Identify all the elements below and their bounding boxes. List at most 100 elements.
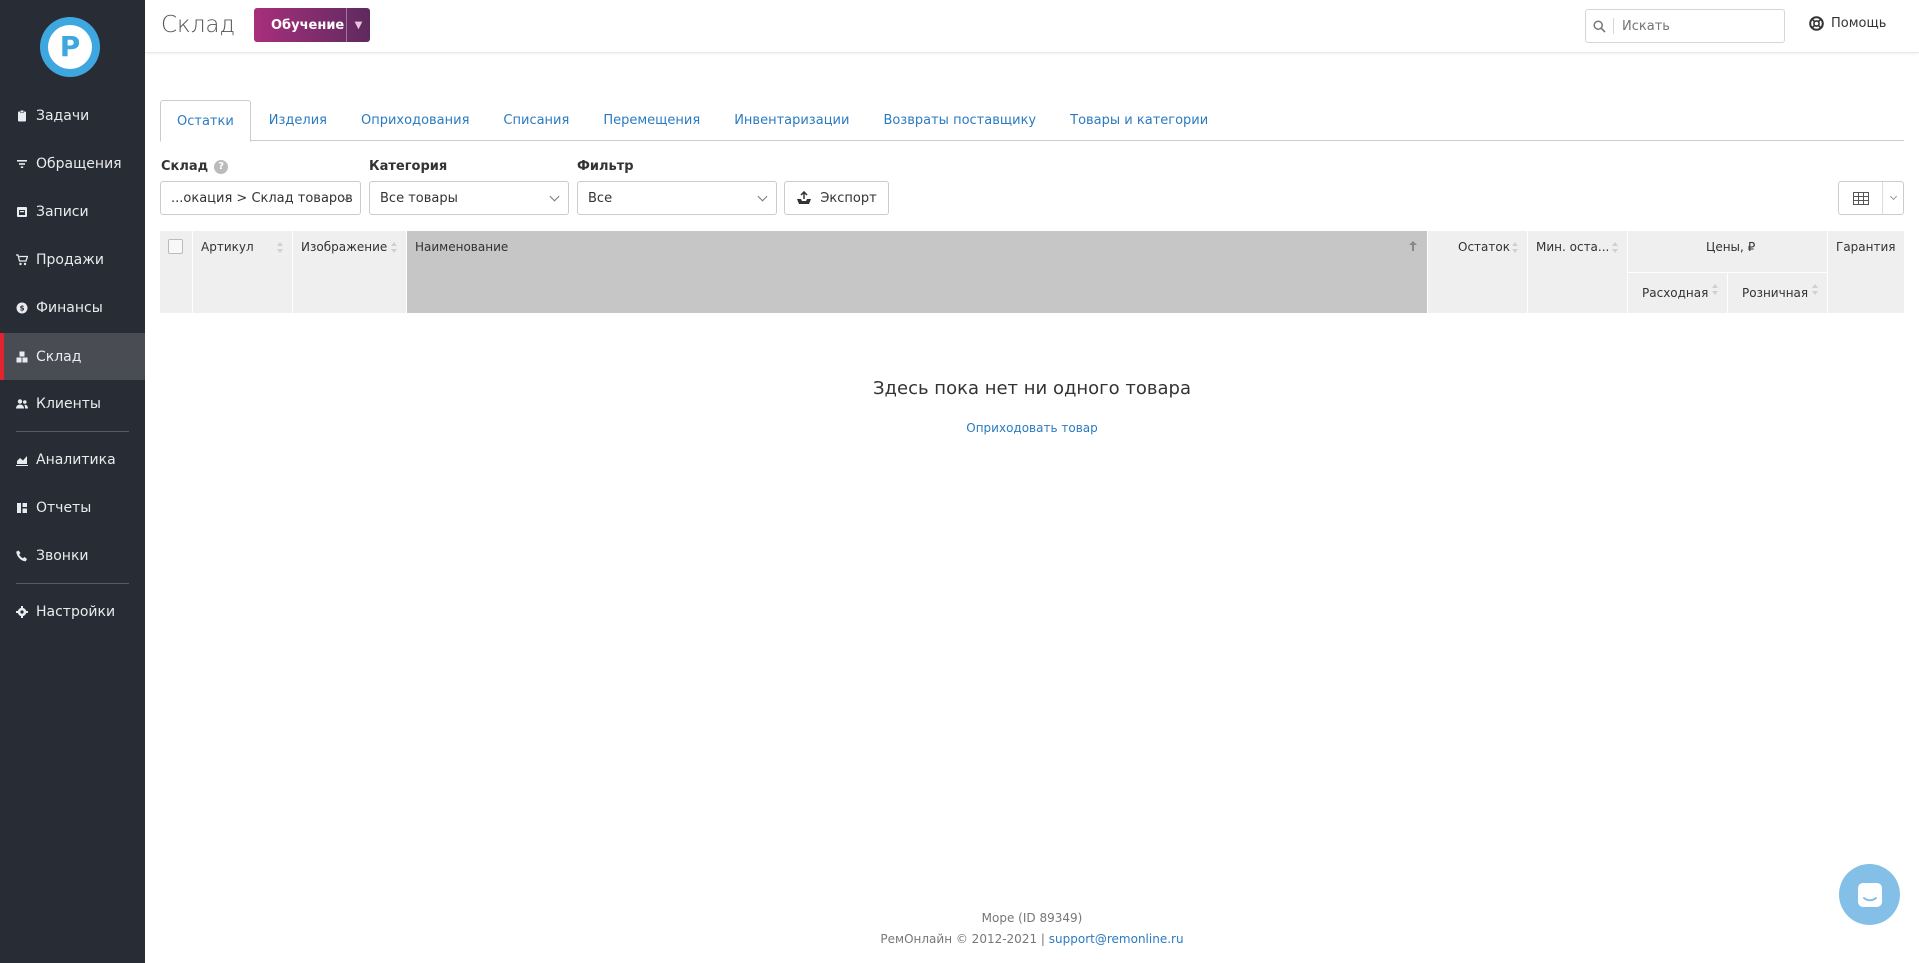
sort-asc-icon (1409, 241, 1417, 251)
tab-goods-categories[interactable]: Товары и категории (1054, 100, 1224, 141)
column-min-stock[interactable]: Мин. оста... (1528, 231, 1628, 313)
sidebar-item-settings[interactable]: Настройки (0, 588, 145, 635)
tab-stock[interactable]: Остатки (160, 100, 251, 142)
warehouse-select[interactable]: ...окация > Склад товаров (160, 181, 361, 215)
warehouse-filter-label: Склад? (161, 159, 229, 174)
table-icon (1839, 182, 1883, 214)
column-name-label: Наименование (415, 240, 509, 254)
tab-writeoffs[interactable]: Списания (487, 100, 585, 141)
export-button[interactable]: Экспорт (784, 181, 889, 215)
sidebar-item-finance[interactable]: $ Финансы (0, 284, 145, 331)
filter-icon (17, 159, 27, 168)
column-retail-label: Розничная (1742, 286, 1809, 300)
help-label: Помощь (1831, 16, 1887, 31)
search-box (1585, 9, 1785, 43)
column-prices: Цены, ₽ (1628, 231, 1828, 272)
tab-receipts[interactable]: Оприходования (345, 100, 485, 141)
tab-transfers[interactable]: Перемещения (587, 100, 716, 141)
warehouse-tabs: Остатки Изделия Оприходования Списания П… (160, 100, 1904, 142)
column-purchase-label: Расходная (1642, 286, 1709, 300)
sidebar-divider (16, 583, 129, 584)
filter-label: Фильтр (577, 159, 634, 174)
column-warranty-label: Гарантия (1836, 240, 1896, 254)
sidebar-item-label: Продажи (36, 251, 104, 268)
sort-icon (1612, 242, 1619, 253)
column-stock-label: Остаток (1458, 240, 1510, 254)
sidebar-item-label: Финансы (36, 299, 103, 316)
select-all-checkbox[interactable] (168, 239, 183, 254)
sidebar-item-label: Отчеты (36, 499, 92, 516)
sort-icon (1712, 284, 1719, 295)
chevron-down-icon[interactable]: ▼ (346, 8, 370, 42)
calendar-icon (17, 206, 27, 217)
app-logo[interactable]: P (40, 17, 100, 77)
chevron-down-icon (549, 191, 560, 202)
copyright-text: РемОнлайн © 2012-2021 | (880, 932, 1045, 946)
column-image-label: Изображение (301, 240, 388, 254)
sidebar-item-calls[interactable]: Звонки (0, 532, 145, 579)
column-article-label: Артикул (201, 240, 254, 254)
category-select[interactable]: Все товары (369, 181, 569, 215)
chevron-down-icon (757, 191, 768, 202)
filter-select[interactable]: Все (577, 181, 777, 215)
tab-products[interactable]: Изделия (253, 100, 343, 141)
page-title: Склад (161, 12, 236, 38)
lifebuoy-icon (1809, 16, 1824, 31)
empty-state-title: Здесь пока нет ни одного товара (873, 378, 1191, 399)
column-purchase-price[interactable]: Расходная (1628, 272, 1728, 313)
phone-icon (16, 550, 27, 561)
column-image[interactable]: Изображение (293, 231, 407, 313)
help-link[interactable]: Помощь (1809, 16, 1886, 31)
question-icon[interactable]: ? (214, 160, 229, 174)
sidebar-item-warehouse[interactable]: Склад (0, 333, 145, 380)
tab-inventories[interactable]: Инвентаризации (718, 100, 865, 141)
training-label: Обучение (271, 17, 345, 33)
search-input[interactable] (1622, 18, 1772, 34)
category-select-value: Все товары (380, 190, 458, 206)
sidebar-item-label: Звонки (36, 547, 89, 564)
sidebar-item-label: Настройки (36, 603, 116, 620)
sort-icon (277, 242, 284, 253)
column-retail-price[interactable]: Розничная (1728, 272, 1828, 313)
report-icon (17, 502, 27, 513)
sidebar-item-label: Обращения (36, 155, 122, 172)
warehouse-select-value: ...окация > Склад товаров (171, 190, 353, 206)
sidebar-item-analytics[interactable]: Аналитика (0, 436, 145, 483)
sidebar-item-appointments[interactable]: Записи (0, 188, 145, 235)
footer-company: Море (ID 89349) (981, 911, 1083, 925)
tab-supplier-returns[interactable]: Возвраты поставщику (867, 100, 1052, 141)
sort-icon (391, 242, 398, 253)
column-article[interactable]: Артикул (193, 231, 293, 313)
sidebar-item-label: Клиенты (36, 395, 101, 412)
column-stock[interactable]: Остаток (1428, 231, 1528, 313)
svg-text:$: $ (20, 304, 25, 312)
column-warranty[interactable]: Гарантия (1828, 231, 1904, 313)
columns-settings-button[interactable] (1838, 181, 1904, 215)
stock-table-header: Артикул Изображение Наименование Остаток… (160, 231, 1904, 313)
money-icon: $ (16, 302, 28, 313)
chat-icon (1857, 882, 1882, 907)
column-min-stock-label: Мин. оста... (1536, 240, 1610, 254)
warehouse-icon (16, 351, 28, 362)
export-icon (797, 191, 812, 204)
sidebar-item-label: Аналитика (36, 451, 116, 468)
sort-icon (1812, 284, 1819, 295)
category-filter-label: Категория (369, 159, 448, 174)
sidebar-item-requests[interactable]: Обращения (0, 140, 145, 187)
sidebar-item-reports[interactable]: Отчеты (0, 484, 145, 531)
support-email-link[interactable]: support@remonline.ru (1049, 932, 1184, 946)
chevron-down-icon (1883, 192, 1903, 201)
chat-widget-button[interactable] (1839, 864, 1900, 925)
sidebar-item-label: Склад (36, 348, 82, 365)
column-prices-label: Цены, ₽ (1706, 240, 1756, 254)
sidebar-item-clients[interactable]: Клиенты (0, 380, 145, 427)
sidebar-item-sales[interactable]: Продажи (0, 236, 145, 283)
sidebar: P Задачи Обращения Записи Продажи $ Фина… (0, 0, 145, 963)
gear-icon (16, 605, 28, 618)
training-button[interactable]: Обучение ▼ (254, 8, 370, 42)
column-name[interactable]: Наименование (407, 231, 1428, 313)
sidebar-item-label: Задачи (36, 107, 90, 124)
cart-icon (16, 253, 28, 265)
receive-goods-link[interactable]: Оприходовать товар (160, 421, 1904, 435)
sidebar-item-tasks[interactable]: Задачи (0, 92, 145, 139)
